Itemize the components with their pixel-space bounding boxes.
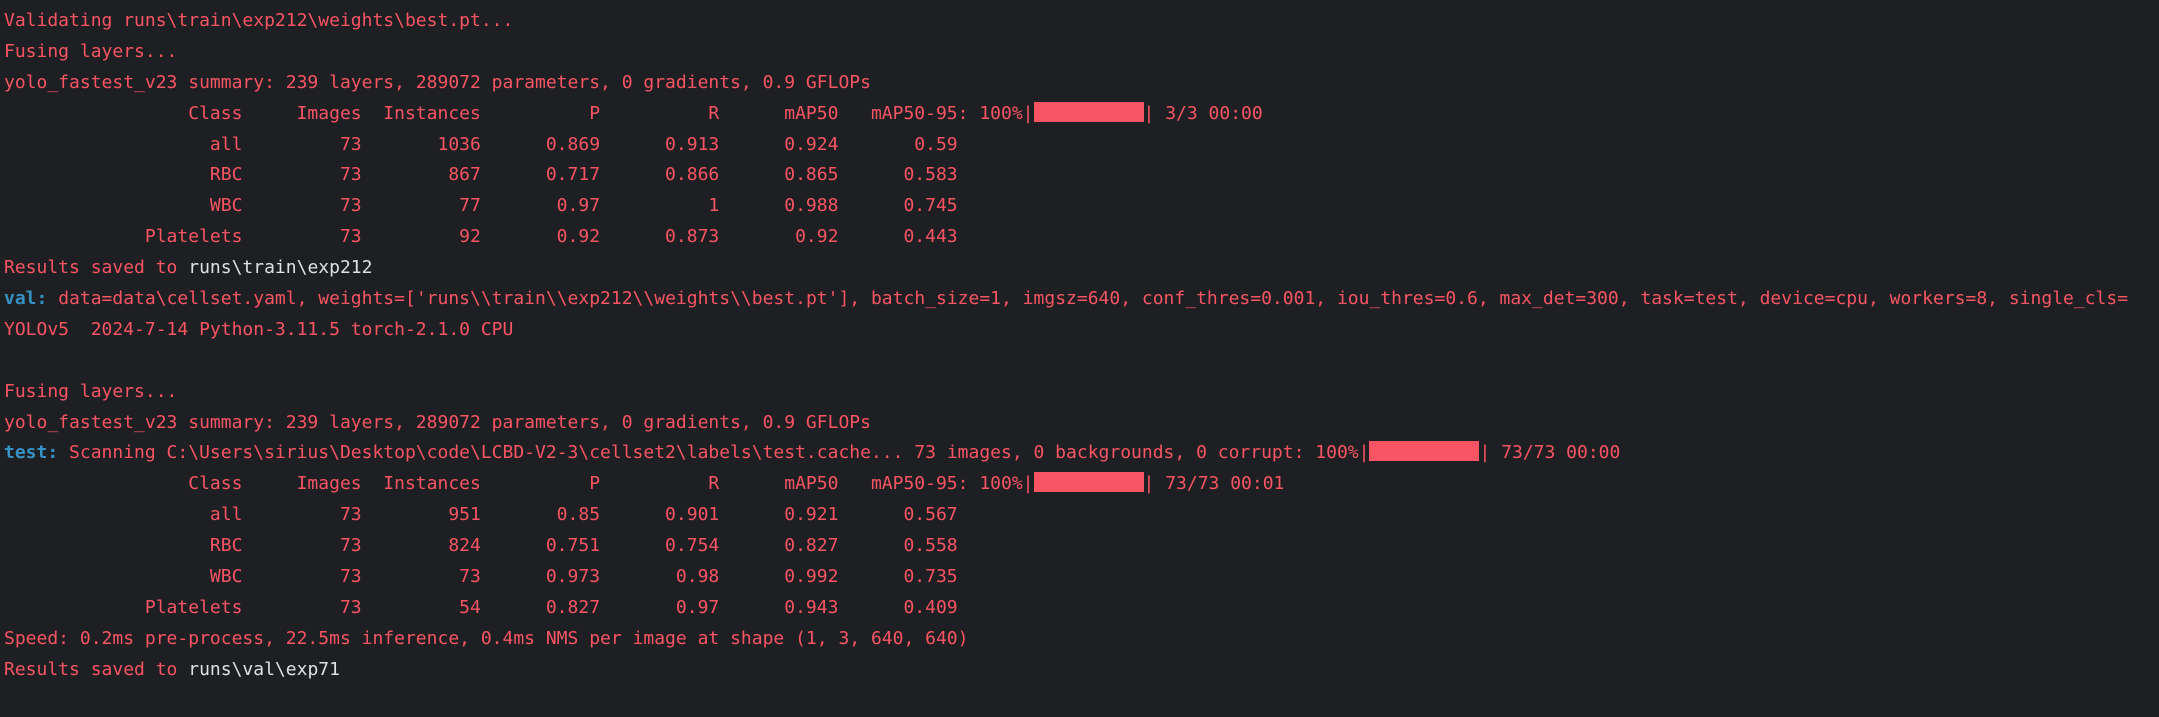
val-args-line: val: data=data\cellset.yaml, weights=['r… (4, 288, 2129, 310)
val-label: val: (4, 288, 48, 310)
results-saved-line: Results saved to runs\train\exp212 (4, 257, 373, 279)
metrics-row-wbc: WBC 73 77 0.97 1 0.988 0.745 (4, 195, 958, 217)
metrics-row-all: all 73 1036 0.869 0.913 0.924 0.59 (4, 133, 958, 155)
progress-bar (1033, 101, 1144, 122)
model-summary-line: yolo_fastest_v23 summary: 239 layers, 28… (4, 71, 871, 93)
test-scan-line: test: Scanning C:\Users\sirius\Desktop\c… (4, 441, 1621, 464)
metrics-row-rbc: RBC 73 867 0.717 0.866 0.865 0.583 (4, 164, 958, 186)
metrics-row-all: all 73 951 0.85 0.901 0.921 0.567 (4, 504, 958, 526)
results-path: runs\val\exp71 (188, 658, 340, 680)
validating-line: Validating runs\train\exp212\weights\bes… (4, 10, 514, 31)
terminal-output[interactable]: Validating runs\train\exp212\weights\bes… (0, 0, 2159, 717)
yolo-version-line: YOLOv5 2024-7-14 Python-3.11.5 torch-2.1… (4, 318, 514, 340)
fusing-layers-line: Fusing layers... (4, 40, 189, 62)
speed-line: Speed: 0.2ms pre-process, 22.5ms inferen… (4, 627, 969, 649)
test-label: test: (4, 442, 59, 464)
metrics-row-wbc: WBC 73 73 0.973 0.98 0.992 0.735 (4, 566, 958, 588)
metrics-row-platelets: Platelets 73 92 0.92 0.873 0.92 0.443 (4, 226, 958, 248)
metrics-header-line: Class Images Instances P R mAP50 mAP50-9… (4, 472, 1285, 495)
progress-bar (1033, 472, 1144, 493)
results-path: runs\train\exp212 (188, 257, 373, 279)
metrics-header-line: Class Images Instances P R mAP50 mAP50-9… (4, 101, 1263, 124)
metrics-row-platelets: Platelets 73 54 0.827 0.97 0.943 0.409 (4, 596, 958, 618)
metrics-row-rbc: RBC 73 824 0.751 0.754 0.827 0.558 (4, 535, 958, 557)
results-saved-line: Results saved to runs\val\exp71 (4, 658, 340, 680)
fusing-layers-line: Fusing layers... (4, 380, 189, 402)
progress-bar (1369, 441, 1480, 462)
model-summary-line: yolo_fastest_v23 summary: 239 layers, 28… (4, 411, 871, 433)
